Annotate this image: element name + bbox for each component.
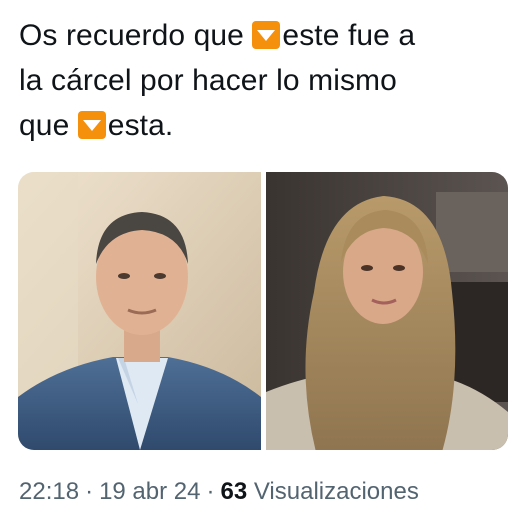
tweet-text-segment: esta.: [107, 109, 174, 142]
man-in-blue-suit-photo[interactable]: [18, 172, 261, 450]
tweet-line-2: la cárcel por hacer lo mismo: [19, 64, 397, 97]
tweet-text-segment: que: [19, 109, 78, 142]
separator-dot: ·: [206, 478, 215, 505]
woman-with-long-hair-photo[interactable]: [266, 172, 508, 450]
tweet-text-segment: este fue a: [282, 19, 416, 52]
tweet-date[interactable]: 19 abr 24: [99, 478, 200, 505]
separator-dot: ·: [85, 478, 94, 505]
tweet-text: Os recuerdo que este fue a la cárcel por…: [19, 13, 509, 148]
tweet-media[interactable]: [18, 172, 508, 450]
tweet-line-3: que esta.: [19, 103, 509, 148]
views-label[interactable]: Visualizaciones: [254, 478, 419, 505]
view-count: 63: [220, 478, 248, 505]
down-arrow-orange-icon: [77, 111, 106, 139]
tweet-time[interactable]: 22:18: [19, 478, 79, 505]
down-arrow-orange-icon: [252, 21, 281, 49]
tweet-metadata: 22:18 · 19 abr 24 · 63 Visualizaciones: [19, 478, 419, 506]
tweet-line-1: Os recuerdo que este fue a: [19, 13, 509, 58]
tweet-text-segment: Os recuerdo que: [19, 19, 253, 52]
